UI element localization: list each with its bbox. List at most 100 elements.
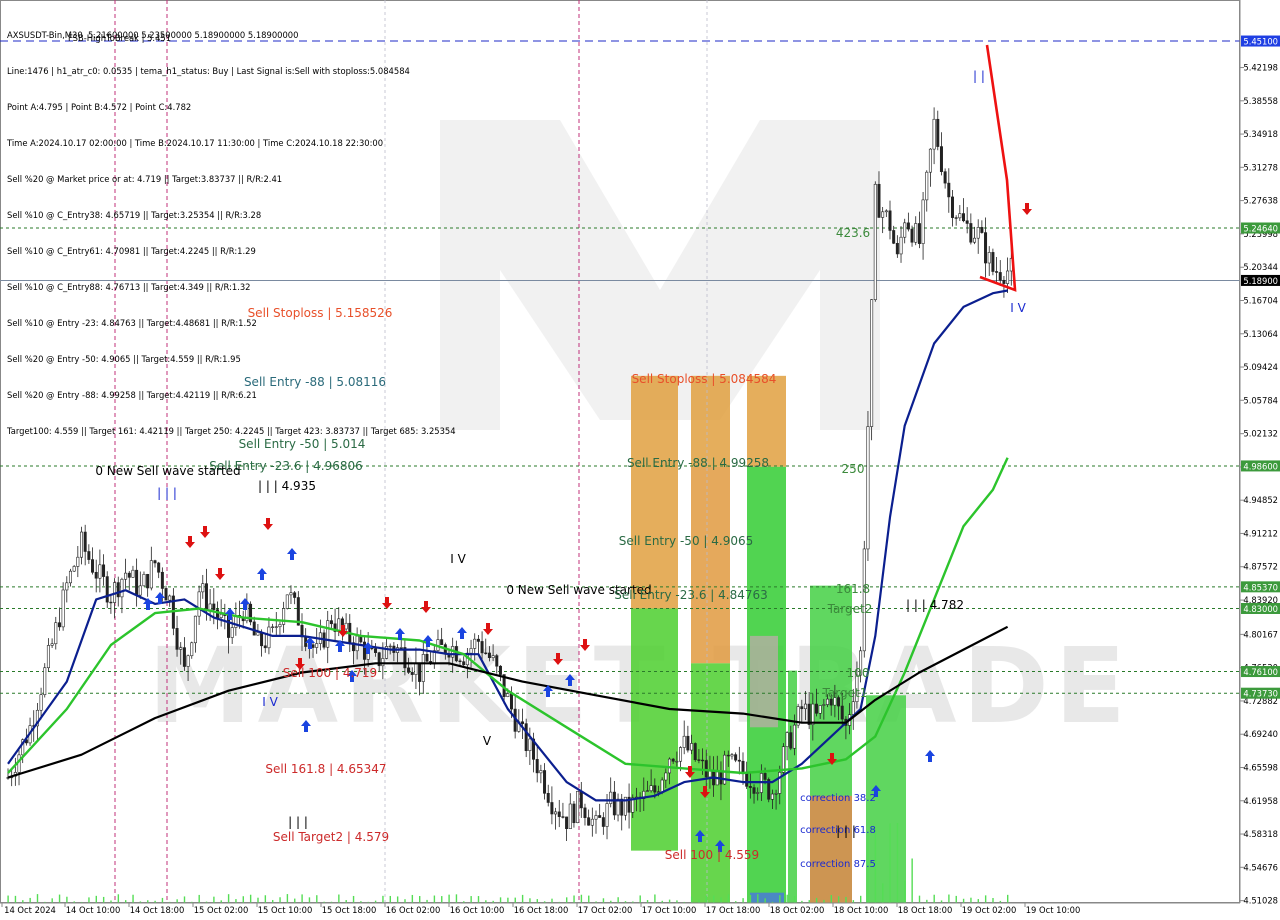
candle-body bbox=[903, 222, 907, 238]
annotation-17: Sell Entry -50 | 4.9065 bbox=[619, 534, 753, 548]
volume-bar bbox=[29, 897, 31, 903]
volume-bar bbox=[448, 894, 450, 903]
y-tick-label: 4.91212 bbox=[1243, 528, 1278, 538]
candle-body bbox=[605, 803, 609, 827]
volume-bar bbox=[588, 895, 590, 903]
down-arrow bbox=[215, 568, 225, 580]
candle-body bbox=[881, 211, 885, 218]
candle-body bbox=[260, 632, 264, 647]
zone-f-green bbox=[788, 670, 797, 903]
candle-body bbox=[201, 583, 205, 593]
candle-body bbox=[756, 792, 760, 794]
volume-bar bbox=[955, 895, 957, 903]
candle-body bbox=[745, 773, 749, 787]
candle-body bbox=[546, 793, 550, 803]
annotation-20: 423.6 bbox=[836, 226, 870, 240]
candle-body bbox=[124, 572, 128, 580]
annotation-6: Sell 100 | 4.719 bbox=[283, 666, 377, 680]
y-tick-label: 5.34918 bbox=[1243, 129, 1278, 139]
volume-bar bbox=[441, 896, 443, 903]
candle-body bbox=[76, 556, 80, 567]
volume-bar bbox=[316, 895, 318, 903]
candle-body bbox=[969, 223, 973, 243]
candle-body bbox=[697, 759, 701, 761]
candle-body bbox=[954, 217, 958, 219]
x-tick-label: 17 Oct 10:00 bbox=[642, 905, 697, 915]
candle-body bbox=[289, 592, 293, 596]
candle-body bbox=[68, 570, 72, 584]
candle-body bbox=[987, 252, 991, 264]
volume-bar bbox=[286, 894, 289, 903]
candle-body bbox=[770, 793, 774, 800]
candle-body bbox=[146, 573, 150, 589]
candle-body bbox=[649, 785, 653, 791]
volume-bar bbox=[690, 896, 693, 903]
candle-body bbox=[498, 665, 502, 675]
candle-body bbox=[469, 648, 473, 654]
candle-body bbox=[94, 572, 98, 579]
candle-body bbox=[120, 578, 124, 598]
candle-body bbox=[153, 560, 157, 564]
candle-body bbox=[877, 183, 881, 218]
x-tick-label: 16 Oct 10:00 bbox=[450, 905, 505, 915]
candle-body bbox=[932, 118, 936, 150]
candle-body bbox=[928, 148, 932, 173]
candle-body bbox=[476, 638, 480, 642]
volume-bar bbox=[249, 894, 252, 903]
volume-bar bbox=[837, 896, 840, 903]
candle-body bbox=[293, 592, 297, 598]
candle-body bbox=[204, 583, 208, 611]
candle-body bbox=[484, 652, 488, 654]
candle-body bbox=[50, 643, 54, 646]
candle-body bbox=[256, 632, 260, 636]
annotation-31: | | bbox=[973, 69, 985, 83]
candle-body bbox=[561, 816, 565, 818]
candle-body bbox=[818, 705, 822, 714]
candle-body bbox=[726, 754, 730, 757]
y-tick-label: 5.20344 bbox=[1243, 262, 1278, 272]
x-tick-label: 17 Oct 18:00 bbox=[706, 905, 761, 915]
y-tick-label: 4.54676 bbox=[1243, 862, 1278, 872]
candle-body bbox=[609, 791, 613, 804]
candle-body bbox=[344, 622, 348, 630]
candle-body bbox=[906, 222, 910, 230]
info-line-e88: Sell %20 @ Entry -88: 4.99258 || Target:… bbox=[7, 390, 257, 400]
volume-bar bbox=[514, 897, 516, 903]
volume-bar bbox=[117, 894, 120, 903]
candle-body bbox=[186, 655, 190, 667]
volume-bar bbox=[948, 894, 950, 903]
down-arrow bbox=[185, 536, 195, 548]
y-tick-label: 5.38558 bbox=[1243, 96, 1278, 106]
candle-body bbox=[965, 220, 969, 224]
volume-bar bbox=[88, 897, 90, 903]
candle-body bbox=[998, 272, 1002, 281]
volume-bar bbox=[536, 899, 538, 903]
info-line-c38: Sell %10 @ C_Entry38: 4.65719 || Target:… bbox=[7, 210, 262, 220]
volume-bar bbox=[882, 883, 884, 903]
info-line-c88: Sell %10 @ C_Entry88: 4.76713 || Target:… bbox=[7, 282, 251, 292]
candle-body bbox=[781, 746, 785, 773]
candle-body bbox=[46, 645, 50, 669]
candle-body bbox=[509, 693, 513, 710]
axis-level-label-2: 5.18900 bbox=[1243, 276, 1278, 286]
annotation-23: Target2 bbox=[827, 602, 873, 616]
candle-body bbox=[961, 213, 965, 222]
x-tick-label: 15 Oct 18:00 bbox=[322, 905, 377, 915]
volume-bar bbox=[992, 897, 994, 903]
candle-body bbox=[219, 614, 223, 618]
candle-body bbox=[785, 732, 789, 748]
volume-bar bbox=[404, 899, 406, 903]
candle-body bbox=[792, 724, 796, 749]
candle-body bbox=[197, 591, 201, 617]
candle-body bbox=[388, 645, 392, 648]
candle-body bbox=[984, 232, 988, 264]
candle-body bbox=[752, 787, 756, 794]
x-tick-label: 15 Oct 10:00 bbox=[258, 905, 313, 915]
volume-bar bbox=[279, 897, 281, 903]
axis-level-label-5: 4.83000 bbox=[1243, 604, 1278, 614]
candle-body bbox=[550, 802, 554, 815]
y-tick-label: 4.65598 bbox=[1243, 763, 1278, 773]
volume-bar bbox=[176, 899, 178, 903]
y-tick-label: 4.80167 bbox=[1243, 629, 1278, 639]
candle-body bbox=[557, 811, 561, 817]
